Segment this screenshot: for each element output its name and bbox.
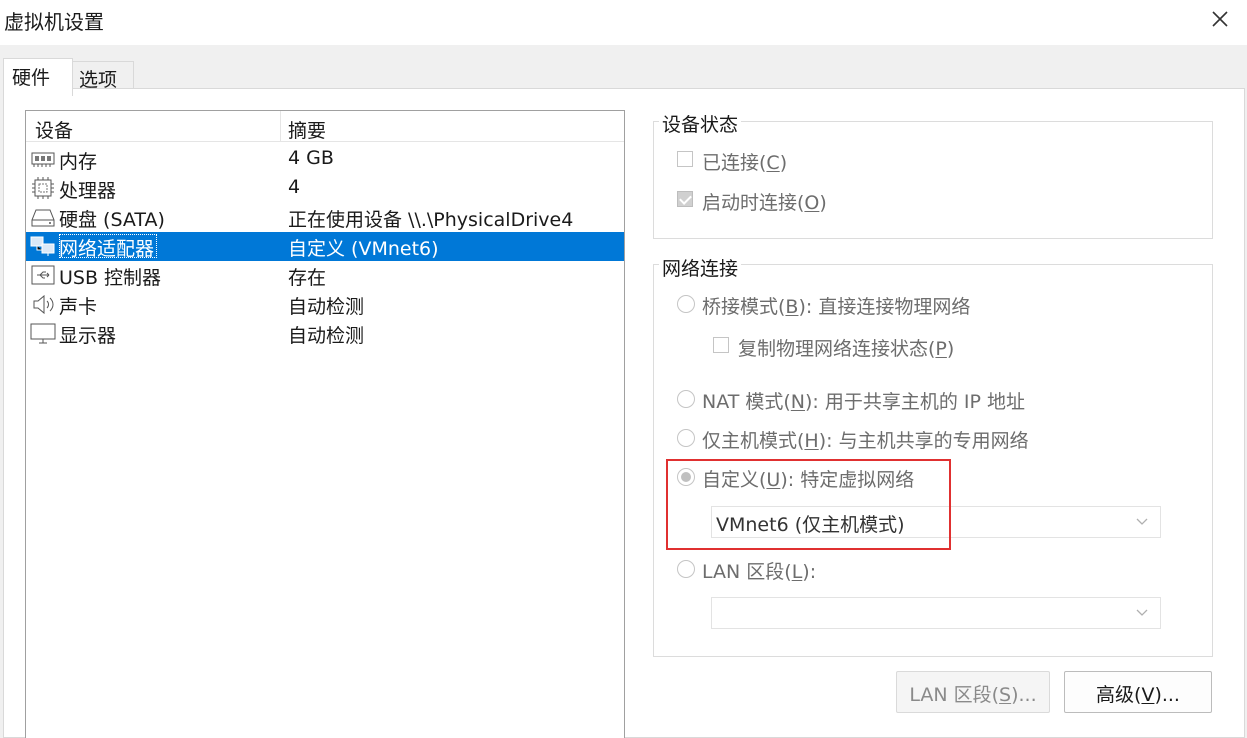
device-name: 硬盘 (SATA) — [59, 209, 165, 231]
replicate-state-checkbox[interactable] — [713, 337, 729, 353]
device-list[interactable]: 设备 摘要 内存 4 GB 处理器 4 硬盘 (SATA) 正在使用设备 \\.… — [25, 110, 625, 738]
nat-label[interactable]: NAT 模式(N): 用于共享主机的 IP 地址 — [702, 387, 1025, 414]
connected-checkbox[interactable] — [677, 151, 693, 167]
close-icon — [1212, 11, 1228, 27]
device-name: 声卡 — [59, 296, 98, 318]
memory-icon — [30, 147, 56, 172]
advanced-button[interactable]: 高级(V)... — [1064, 671, 1212, 713]
network-adapter-icon — [30, 234, 56, 259]
device-row-usb-controller[interactable]: USB 控制器 存在 — [26, 261, 624, 290]
connect-at-power-on-label[interactable]: 启动时连接(O) — [702, 188, 827, 215]
device-summary: 自定义 (VMnet6) — [288, 238, 439, 260]
device-name: USB 控制器 — [59, 267, 162, 289]
host-only-radio[interactable] — [677, 429, 695, 447]
device-status-group — [653, 121, 1213, 239]
lan-segment-label[interactable]: LAN 区段(L): — [702, 557, 816, 584]
device-name: 显示器 — [59, 325, 117, 347]
hard-disk-icon — [30, 205, 56, 230]
lan-segment-radio[interactable] — [677, 560, 695, 578]
host-only-label[interactable]: 仅主机模式(H): 与主机共享的专用网络 — [702, 426, 1029, 453]
tab-hardware[interactable]: 硬件 — [3, 58, 73, 96]
bridged-radio[interactable] — [677, 295, 695, 313]
device-summary: 自动检测 — [288, 296, 365, 318]
device-summary: 存在 — [288, 267, 327, 289]
lan-segment-select[interactable] — [711, 597, 1161, 629]
title-bar: 虚拟机设置 — [0, 0, 1247, 45]
device-summary: 4 — [288, 176, 301, 198]
chevron-down-icon — [1136, 609, 1148, 616]
column-divider[interactable] — [280, 111, 281, 141]
device-row-sound-card[interactable]: 声卡 自动检测 — [26, 290, 624, 319]
device-list-header: 设备 摘要 — [26, 111, 624, 142]
usb-icon — [30, 263, 56, 288]
speaker-icon — [30, 292, 56, 317]
device-summary: 4 GB — [288, 147, 334, 169]
nat-radio[interactable] — [677, 390, 695, 408]
column-header-device[interactable]: 设备 — [35, 116, 73, 143]
device-name: 网络适配器 — [59, 234, 158, 260]
device-row-display[interactable]: 显示器 自动检测 — [26, 319, 624, 348]
window-title: 虚拟机设置 — [4, 10, 104, 34]
device-summary: 自动检测 — [288, 325, 365, 347]
connect-at-power-on-checkbox[interactable] — [677, 191, 693, 207]
device-row-network-adapter[interactable]: 网络适配器 自定义 (VMnet6) — [26, 232, 624, 261]
custom-radio[interactable] — [677, 468, 695, 486]
column-header-summary[interactable]: 摘要 — [288, 116, 326, 143]
device-summary: 正在使用设备 \\.\PhysicalDrive4 — [288, 209, 574, 231]
close-button[interactable] — [1203, 2, 1237, 36]
lan-segments-button[interactable]: LAN 区段(S)... — [896, 671, 1050, 713]
custom-network-select[interactable]: VMnet6 (仅主机模式) — [711, 506, 1161, 538]
connected-label[interactable]: 已连接(C) — [702, 148, 787, 175]
processor-icon — [30, 176, 56, 201]
custom-label[interactable]: 自定义(U): 特定虚拟网络 — [702, 465, 914, 492]
device-row-memory[interactable]: 内存 4 GB — [26, 145, 624, 174]
device-status-legend: 设备状态 — [659, 110, 742, 137]
device-row-processor[interactable]: 处理器 4 — [26, 174, 624, 203]
replicate-state-label[interactable]: 复制物理网络连接状态(P) — [738, 334, 954, 361]
network-connection-legend: 网络连接 — [659, 254, 742, 281]
device-name: 处理器 — [59, 180, 117, 202]
custom-network-value: VMnet6 (仅主机模式) — [716, 514, 905, 536]
bridged-label[interactable]: 桥接模式(B): 直接连接物理网络 — [702, 292, 970, 319]
monitor-icon — [30, 321, 56, 346]
chevron-down-icon — [1136, 518, 1148, 525]
device-name: 内存 — [59, 151, 98, 173]
device-row-hard-disk[interactable]: 硬盘 (SATA) 正在使用设备 \\.\PhysicalDrive4 — [26, 203, 624, 232]
